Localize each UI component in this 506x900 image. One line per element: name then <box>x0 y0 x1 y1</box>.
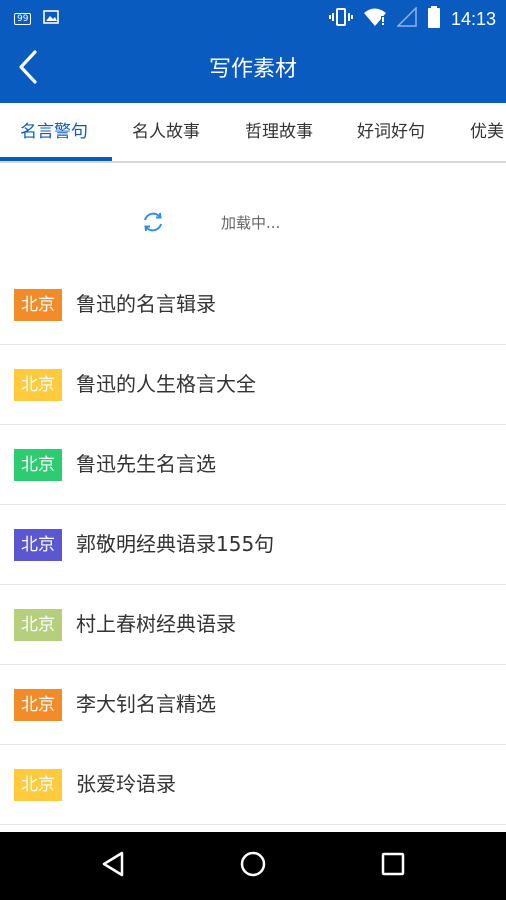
status-right: 14:13 <box>328 6 496 32</box>
system-nav-bar <box>0 832 506 900</box>
location-badge: 北京 <box>14 609 62 641</box>
list-item-title: 郭敬明经典语录155句 <box>76 532 275 556</box>
notification-99-icon: 99 <box>14 12 32 25</box>
status-left: 99 <box>14 9 60 28</box>
list-item-title: 张爱玲语录 <box>76 772 176 796</box>
list-item-title: 鲁迅的人生格言大全 <box>76 372 256 396</box>
wifi-icon <box>363 7 387 31</box>
list-item-title: 李大钊名言精选 <box>76 692 216 716</box>
list-item[interactable]: 北京 张爱玲语录 <box>0 745 506 825</box>
loading-text: 加载中... <box>221 214 281 232</box>
list-item[interactable]: 北京 鲁迅先生名言选 <box>0 425 506 505</box>
back-triangle-icon <box>100 850 126 882</box>
tab-celebrity-stories[interactable]: 名人故事 <box>132 103 200 161</box>
loading-row: 加载中... <box>0 163 506 267</box>
home-circle-icon <box>239 850 267 882</box>
location-badge: 北京 <box>14 289 62 321</box>
vibrate-icon <box>328 7 353 31</box>
tab-philosophy-stories[interactable]: 哲理故事 <box>245 103 313 161</box>
nav-back-button[interactable] <box>93 846 133 886</box>
location-badge: 北京 <box>14 369 62 401</box>
tab-good-words[interactable]: 好词好句 <box>357 103 425 161</box>
status-time: 14:13 <box>450 8 496 29</box>
signal-icon <box>396 6 417 31</box>
recents-square-icon <box>380 851 406 881</box>
tab-quotes[interactable]: 名言警句 <box>20 103 88 161</box>
refresh-spinner-icon <box>141 210 165 234</box>
nav-recents-button[interactable] <box>373 846 413 886</box>
status-bar: 99 14:13 <box>0 0 506 36</box>
nav-home-button[interactable] <box>233 846 273 886</box>
list-item-title: 鲁迅先生名言选 <box>76 452 216 476</box>
app-bar: 写作素材 <box>0 36 506 103</box>
page-title: 写作素材 <box>208 57 297 82</box>
location-badge: 北京 <box>14 769 62 801</box>
list-item[interactable]: 北京 李大钊名言精选 <box>0 665 506 745</box>
battery-icon <box>427 6 441 32</box>
list-item[interactable]: 北京 村上春树经典语录 <box>0 585 506 665</box>
tab-beautiful[interactable]: 优美 <box>470 103 504 161</box>
list-item[interactable]: 北京 鲁迅的人生格言大全 <box>0 345 506 425</box>
tab-indicator <box>0 157 112 161</box>
image-icon <box>43 9 60 28</box>
location-badge: 北京 <box>14 689 62 721</box>
list-item-title: 鲁迅的名言辑录 <box>76 292 216 316</box>
category-tabs: 名言警句 名人故事 哲理故事 好词好句 优美 <box>0 103 506 163</box>
location-badge: 北京 <box>14 529 62 561</box>
article-list: 北京 鲁迅的名言辑录 北京 鲁迅的人生格言大全 北京 鲁迅先生名言选 北京 郭敬… <box>0 265 506 825</box>
location-badge: 北京 <box>14 449 62 481</box>
list-item[interactable]: 北京 郭敬明经典语录155句 <box>0 505 506 585</box>
list-item[interactable]: 北京 鲁迅的名言辑录 <box>0 265 506 345</box>
list-item-title: 村上春树经典语录 <box>76 612 236 636</box>
